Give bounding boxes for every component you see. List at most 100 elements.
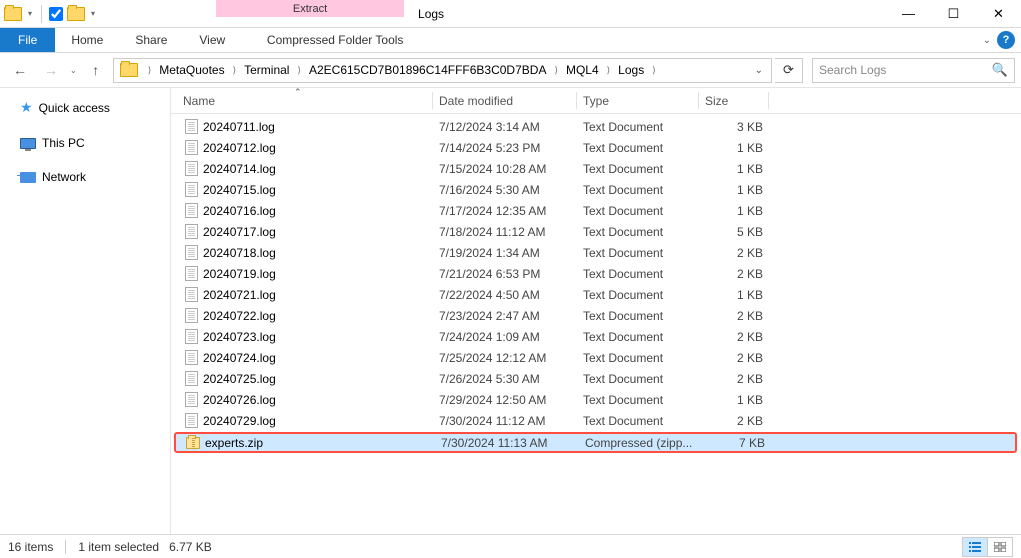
file-date: 7/22/2024 4:50 AM bbox=[433, 288, 577, 302]
file-type: Text Document bbox=[577, 372, 699, 386]
file-date: 7/16/2024 5:30 AM bbox=[433, 183, 577, 197]
breadcrumb-item[interactable]: Terminal bbox=[240, 59, 293, 82]
window-controls: — ☐ ✕ bbox=[886, 0, 1021, 27]
file-row[interactable]: 20240724.log7/25/2024 12:12 AMText Docum… bbox=[171, 347, 1021, 368]
help-icon[interactable]: ? bbox=[997, 31, 1015, 49]
file-row[interactable]: 20240716.log7/17/2024 12:35 AMText Docum… bbox=[171, 200, 1021, 221]
file-row[interactable]: 20240717.log7/18/2024 11:12 AMText Docum… bbox=[171, 221, 1021, 242]
file-name: 20240718.log bbox=[203, 246, 276, 260]
tab-home[interactable]: Home bbox=[55, 28, 119, 52]
file-size: 3 KB bbox=[699, 120, 769, 134]
file-row[interactable]: experts.zip7/30/2024 11:13 AMCompressed … bbox=[174, 432, 1017, 453]
status-selected-count: 1 item selected bbox=[78, 540, 159, 554]
file-date: 7/29/2024 12:50 AM bbox=[433, 393, 577, 407]
refresh-button[interactable]: ⟳ bbox=[775, 58, 803, 83]
file-date: 7/30/2024 11:13 AM bbox=[435, 436, 579, 450]
file-row[interactable]: 20240711.log7/12/2024 3:14 AMText Docume… bbox=[171, 116, 1021, 137]
back-button[interactable]: ← bbox=[6, 57, 34, 83]
sort-ascending-icon: ⌃ bbox=[294, 88, 302, 98]
file-row[interactable]: 20240723.log7/24/2024 1:09 AMText Docume… bbox=[171, 326, 1021, 347]
divider bbox=[65, 540, 66, 554]
text-file-icon bbox=[183, 224, 199, 240]
network-icon bbox=[20, 172, 36, 183]
close-button[interactable]: ✕ bbox=[976, 0, 1021, 27]
text-file-icon bbox=[183, 308, 199, 324]
nav-label: This PC bbox=[42, 136, 85, 150]
window-title: Logs bbox=[404, 0, 886, 27]
maximize-button[interactable]: ☐ bbox=[931, 0, 976, 27]
file-row[interactable]: 20240729.log7/30/2024 11:12 AMText Docum… bbox=[171, 410, 1021, 431]
file-date: 7/15/2024 10:28 AM bbox=[433, 162, 577, 176]
file-row[interactable]: 20240712.log7/14/2024 5:23 PMText Docume… bbox=[171, 137, 1021, 158]
file-size: 2 KB bbox=[699, 330, 769, 344]
qat-properties-checkbox[interactable] bbox=[49, 7, 63, 21]
file-row[interactable]: 20240721.log7/22/2024 4:50 AMText Docume… bbox=[171, 284, 1021, 305]
text-file-icon bbox=[183, 392, 199, 408]
file-size: 1 KB bbox=[699, 393, 769, 407]
nav-network[interactable]: Network bbox=[0, 167, 170, 187]
column-header-size[interactable]: Size bbox=[699, 88, 769, 113]
file-type: Text Document bbox=[577, 225, 699, 239]
breadcrumb-separator[interactable]: ⟩ bbox=[144, 65, 156, 76]
zip-file-icon bbox=[185, 435, 201, 451]
file-row[interactable]: 20240718.log7/19/2024 1:34 AMText Docume… bbox=[171, 242, 1021, 263]
navigation-pane: ★ Quick access This PC Network bbox=[0, 88, 171, 534]
breadcrumb-item[interactable]: A2EC615CD7B01896C14FFF6B3C0D7BDA bbox=[305, 59, 550, 82]
breadcrumb-separator[interactable]: ⟩ bbox=[550, 65, 562, 76]
recent-locations-dropdown[interactable]: ⌄ bbox=[68, 66, 79, 75]
file-name: 20240714.log bbox=[203, 162, 276, 176]
text-file-icon bbox=[183, 161, 199, 177]
file-row[interactable]: 20240726.log7/29/2024 12:50 AMText Docum… bbox=[171, 389, 1021, 410]
file-type: Text Document bbox=[577, 162, 699, 176]
file-date: 7/21/2024 6:53 PM bbox=[433, 267, 577, 281]
breadcrumb-separator[interactable]: ⟩ bbox=[229, 65, 241, 76]
file-date: 7/19/2024 1:34 AM bbox=[433, 246, 577, 260]
file-type: Text Document bbox=[577, 351, 699, 365]
tab-view[interactable]: View bbox=[183, 28, 241, 52]
divider bbox=[41, 5, 42, 23]
file-row[interactable]: 20240715.log7/16/2024 5:30 AMText Docume… bbox=[171, 179, 1021, 200]
file-type: Text Document bbox=[577, 414, 699, 428]
text-file-icon bbox=[183, 371, 199, 387]
file-row[interactable]: 20240722.log7/23/2024 2:47 AMText Docume… bbox=[171, 305, 1021, 326]
tab-share[interactable]: Share bbox=[119, 28, 183, 52]
app-icon[interactable] bbox=[4, 7, 22, 21]
up-button[interactable]: ↑ bbox=[82, 57, 110, 83]
file-row[interactable]: 20240725.log7/26/2024 5:30 AMText Docume… bbox=[171, 368, 1021, 389]
breadcrumb-item[interactable]: Logs bbox=[614, 59, 648, 82]
breadcrumb-item[interactable]: MetaQuotes bbox=[155, 59, 228, 82]
file-row[interactable]: 20240714.log 7/15/2024 10:28 AMText Docum… bbox=[171, 158, 1021, 179]
breadcrumb-separator[interactable]: ⟩ bbox=[603, 65, 615, 76]
qat-new-folder-icon[interactable] bbox=[67, 7, 85, 21]
tab-compressed-folder-tools[interactable]: Compressed Folder Tools bbox=[241, 28, 429, 52]
breadcrumb-item[interactable]: MQL4 bbox=[562, 59, 603, 82]
nav-this-pc[interactable]: This PC bbox=[0, 133, 170, 153]
pc-icon bbox=[20, 138, 36, 149]
minimize-button[interactable]: — bbox=[886, 0, 931, 27]
forward-button[interactable]: → bbox=[37, 57, 65, 83]
text-file-icon bbox=[183, 329, 199, 345]
search-icon[interactable]: 🔍 bbox=[992, 62, 1008, 78]
ribbon-expand-icon[interactable]: ⌄ bbox=[983, 35, 991, 46]
search-box[interactable]: 🔍 bbox=[812, 58, 1015, 83]
view-details-button[interactable] bbox=[963, 538, 987, 556]
nav-quick-access[interactable]: ★ Quick access bbox=[0, 96, 170, 119]
breadcrumb-dropdown[interactable]: ⌄ bbox=[749, 65, 769, 76]
file-tab[interactable]: File bbox=[0, 28, 55, 52]
file-list[interactable]: 20240711.log7/12/2024 3:14 AMText Docume… bbox=[171, 114, 1021, 534]
breadcrumb-separator[interactable]: ⟩ bbox=[293, 65, 305, 76]
qat-app-dropdown[interactable]: ▾ bbox=[26, 9, 34, 18]
column-header-type[interactable]: Type bbox=[577, 88, 699, 113]
text-file-icon bbox=[183, 350, 199, 366]
qat-customize-dropdown[interactable]: ▾ bbox=[89, 9, 97, 18]
breadcrumb[interactable]: ⟩ MetaQuotes ⟩ Terminal ⟩ A2EC615CD7B018… bbox=[113, 58, 772, 83]
status-item-count: 16 items bbox=[8, 540, 53, 554]
view-thumbnails-button[interactable] bbox=[988, 538, 1012, 556]
breadcrumb-root-icon[interactable] bbox=[116, 59, 142, 82]
breadcrumb-separator[interactable]: ⟩ bbox=[648, 65, 660, 76]
column-header-date[interactable]: Date modified bbox=[433, 88, 577, 113]
view-toggle bbox=[962, 537, 1013, 557]
column-header-name[interactable]: Name⌃ bbox=[177, 88, 433, 113]
file-row[interactable]: 20240719.log7/21/2024 6:53 PMText Docume… bbox=[171, 263, 1021, 284]
search-input[interactable] bbox=[819, 63, 992, 77]
